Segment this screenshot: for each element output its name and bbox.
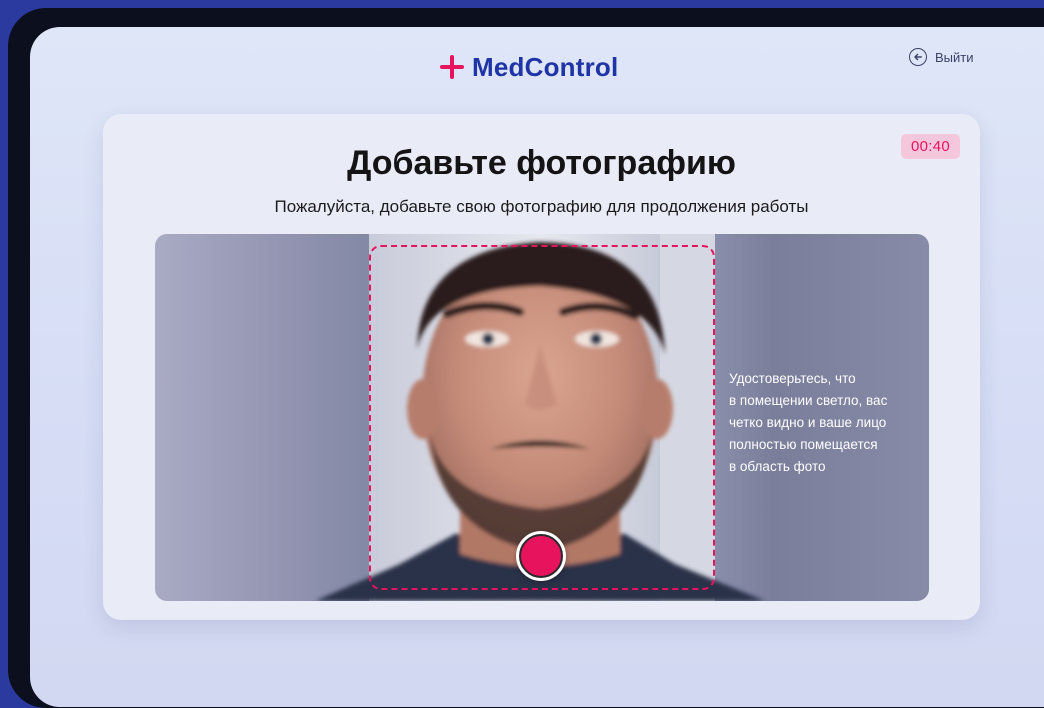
hint-line: в область фото bbox=[729, 459, 826, 474]
device-frame: MedControl Выйти 00:40 Добавьте фотограф… bbox=[8, 8, 1044, 708]
hint-line: полностью помещается bbox=[729, 437, 878, 452]
page-subtitle: Пожалуйста, добавьте свою фотографию для… bbox=[274, 197, 809, 216]
hint-line: четко видно и ваше лицо bbox=[729, 415, 887, 430]
camera-preview: Удостоверьтесь, что в помещении светло, … bbox=[155, 234, 929, 601]
app-logo: MedControl bbox=[440, 49, 618, 85]
hint-line: Удостоверьтесь, что bbox=[729, 371, 856, 386]
plus-icon bbox=[440, 55, 464, 79]
logout-label: Выйти bbox=[935, 49, 974, 65]
arrow-left-circle-icon bbox=[909, 48, 927, 66]
lighting-hint: Удостоверьтесь, что в помещении светло, … bbox=[729, 368, 919, 478]
shutter-button[interactable] bbox=[516, 531, 566, 581]
shutter-button-core bbox=[519, 534, 563, 578]
photo-card: 00:40 Добавьте фотографию Пожалуйста, до… bbox=[103, 114, 980, 620]
page-title: Добавьте фотографию bbox=[347, 144, 736, 182]
hint-line: в помещении светло, вас bbox=[729, 393, 888, 408]
brand-name: MedControl bbox=[472, 51, 619, 82]
logout-button[interactable]: Выйти bbox=[909, 48, 974, 66]
app-screen: MedControl Выйти 00:40 Добавьте фотограф… bbox=[30, 27, 1044, 707]
